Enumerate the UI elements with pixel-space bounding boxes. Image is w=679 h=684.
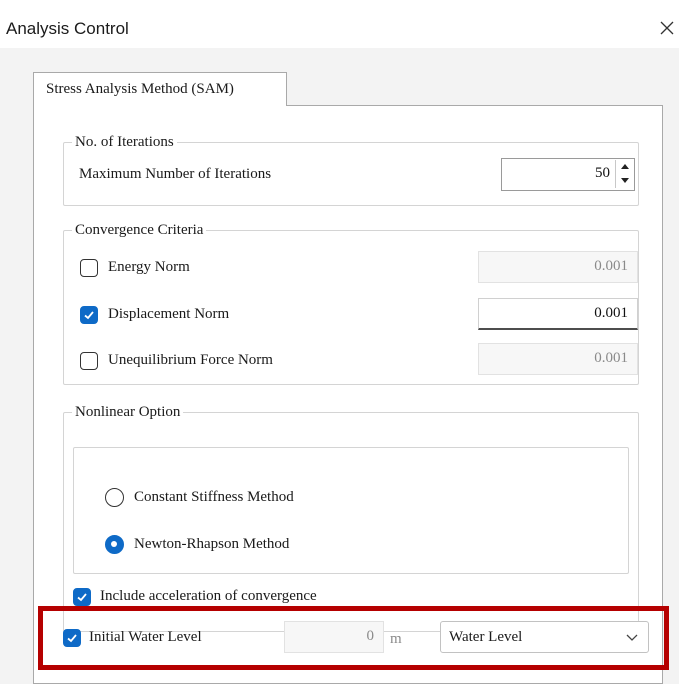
initial-water-level-value: 0 <box>366 628 375 644</box>
convergence-group-label: Convergence Criteria <box>72 221 207 239</box>
unequilibrium-force-norm-label: Unequilibrium Force Norm <box>108 352 273 368</box>
displacement-norm-value: 0.001 <box>594 305 628 321</box>
unequilibrium-force-norm-checkbox[interactable] <box>80 352 98 370</box>
water-level-select-value: Water Level <box>449 629 523 645</box>
initial-water-level-label: Initial Water Level <box>89 629 202 645</box>
acceleration-checkbox[interactable] <box>73 588 91 606</box>
unequilibrium-force-norm-value: 0.001 <box>594 350 628 366</box>
checkmark-icon <box>77 593 87 602</box>
tab-panel: No. of Iterations Maximum Number of Iter… <box>33 105 663 684</box>
tab-label: Stress Analysis Method (SAM) <box>46 81 234 97</box>
displacement-norm-field[interactable]: 0.001 <box>478 298 638 330</box>
acceleration-label: Include acceleration of convergence <box>100 588 317 604</box>
close-icon <box>660 21 674 35</box>
displacement-norm-checkbox[interactable] <box>80 306 98 324</box>
checkmark-icon <box>67 634 77 643</box>
displacement-norm-label: Displacement Norm <box>108 306 230 322</box>
energy-norm-value: 0.001 <box>594 258 628 274</box>
energy-norm-checkbox[interactable] <box>80 259 98 277</box>
chevron-up-icon <box>620 164 629 169</box>
chevron-down-icon <box>620 178 629 183</box>
spin-buttons <box>615 160 633 188</box>
initial-water-level-checkbox[interactable] <box>63 629 81 647</box>
checkmark-icon <box>84 311 94 320</box>
initial-water-level-field[interactable]: 0 <box>284 621 384 653</box>
title-bar: Analysis Control <box>0 0 679 48</box>
convergence-group: Convergence Criteria Energy Norm 0.001 D… <box>63 221 639 385</box>
unit-label: m <box>390 631 402 647</box>
tab-stress-analysis-method[interactable]: Stress Analysis Method (SAM) <box>33 72 287 106</box>
max-iterations-stepper[interactable]: 50 <box>501 158 635 191</box>
max-iterations-label: Maximum Number of Iterations <box>79 166 272 182</box>
close-button[interactable] <box>655 8 679 48</box>
unequilibrium-force-norm-field[interactable]: 0.001 <box>478 343 638 375</box>
nonlinear-group: Nonlinear Option Constant Stiffness Meth… <box>63 403 639 632</box>
iterations-group: No. of Iterations Maximum Number of Iter… <box>63 133 639 206</box>
chevron-down-icon <box>626 634 638 641</box>
energy-norm-label: Energy Norm <box>108 259 190 275</box>
max-iterations-value: 50 <box>595 165 610 181</box>
newton-rhapson-radio[interactable] <box>105 535 124 554</box>
water-level-select[interactable]: Water Level <box>440 621 649 653</box>
energy-norm-field[interactable]: 0.001 <box>478 251 638 283</box>
spin-up-button[interactable] <box>616 160 633 173</box>
constant-stiffness-radio[interactable] <box>105 488 124 507</box>
nonlinear-group-label: Nonlinear Option <box>72 403 184 421</box>
analysis-control-dialog: Analysis Control Stress Analysis Method … <box>0 0 679 684</box>
method-subgroup: Constant Stiffness Method Newton-Rhapson… <box>73 447 629 574</box>
newton-rhapson-label: Newton-Rhapson Method <box>134 536 290 552</box>
iterations-group-label: No. of Iterations <box>72 133 177 151</box>
spin-down-button[interactable] <box>616 174 633 187</box>
window-title: Analysis Control <box>6 19 129 38</box>
constant-stiffness-label: Constant Stiffness Method <box>134 489 294 505</box>
